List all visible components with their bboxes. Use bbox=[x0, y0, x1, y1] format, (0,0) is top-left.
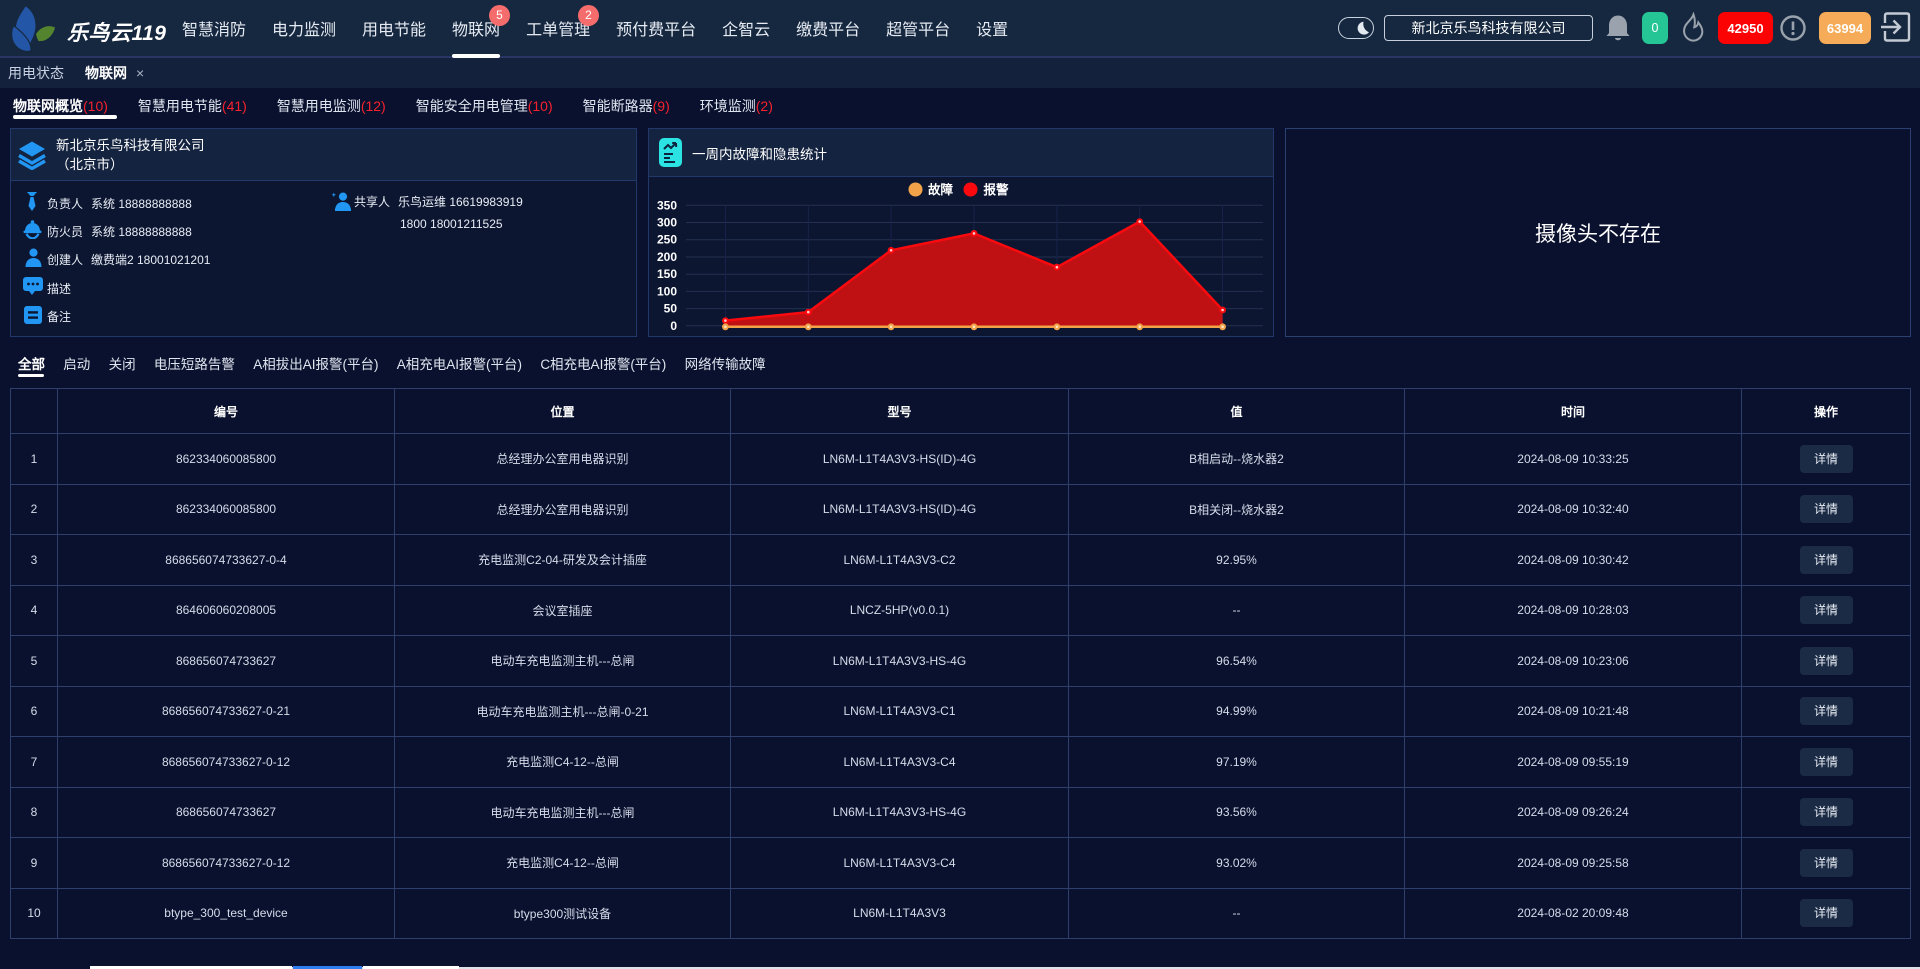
svg-text:350: 350 bbox=[657, 198, 677, 212]
svg-text:150: 150 bbox=[657, 267, 677, 281]
svg-text:300: 300 bbox=[657, 216, 677, 230]
svg-text:50: 50 bbox=[664, 302, 678, 316]
svg-text:250: 250 bbox=[657, 233, 677, 247]
svg-text:故障: 故障 bbox=[928, 182, 954, 197]
svg-text:0: 0 bbox=[670, 319, 677, 333]
svg-text:200: 200 bbox=[657, 250, 677, 264]
svg-text:报警: 报警 bbox=[984, 182, 1010, 197]
svg-text:100: 100 bbox=[657, 284, 677, 298]
